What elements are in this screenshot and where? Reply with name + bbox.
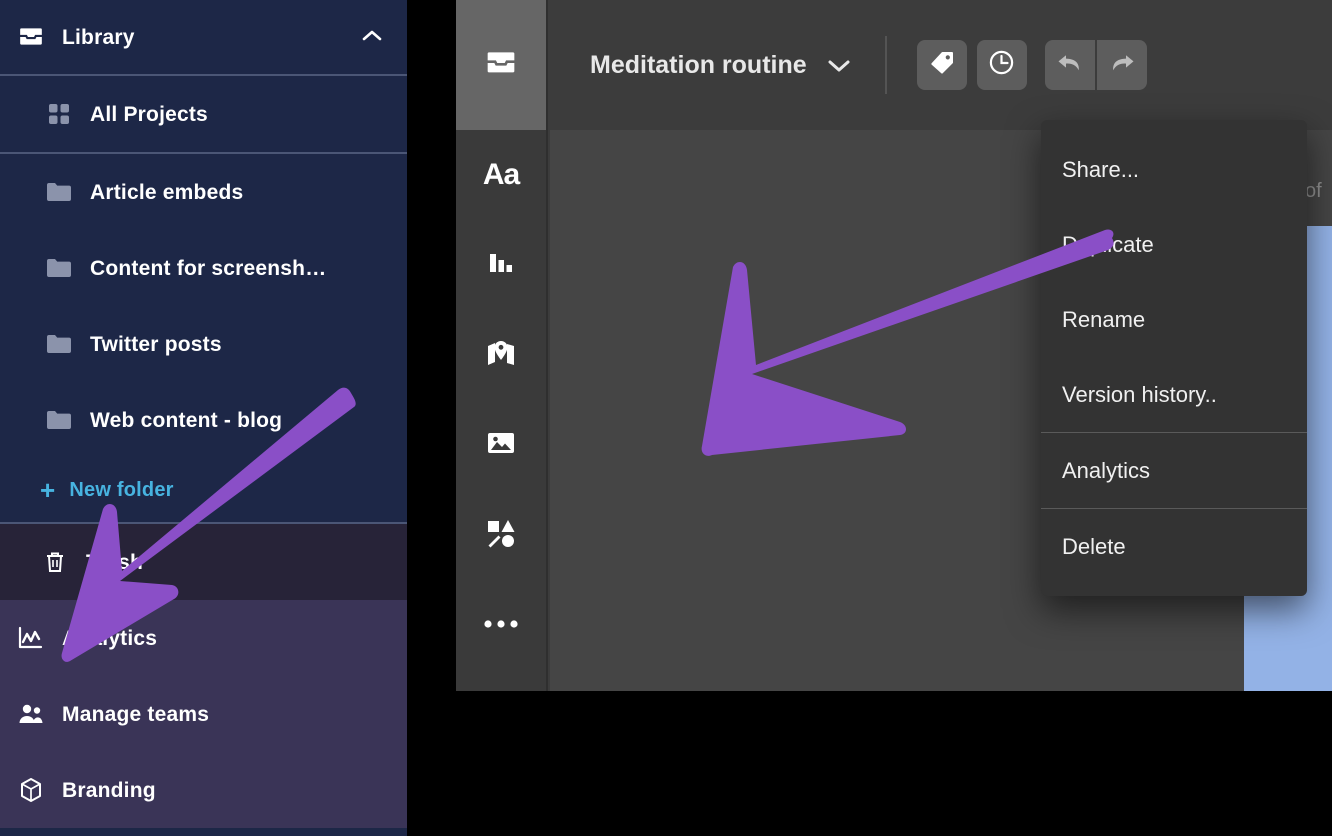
new-folder-label: New folder [69,479,174,501]
rail-tool-text[interactable]: Aa [456,130,546,220]
sidebar-folder-content-for-screenshots[interactable]: Content for screensh… [0,230,407,306]
sidebar-divider-trash [0,522,407,524]
sidebar-item-trash[interactable]: Trash [0,524,407,600]
menu-item-label: Analytics [1062,457,1151,483]
sidebar-item-label: Content for screensh… [90,256,327,280]
cube-icon [18,777,44,803]
map-pin-icon [486,339,516,372]
rail-tool-images[interactable] [456,400,546,490]
menu-item-duplicate[interactable]: Duplicate [1041,207,1307,282]
shapes-icon [486,518,516,553]
editor-window: Aa of Meditation routine Share... Duplic… [456,0,1332,691]
bar-chart-icon [487,249,515,282]
chevron-up-icon[interactable] [361,25,383,49]
line-chart-icon [18,625,44,651]
folder-icon [46,407,72,433]
sidebar-item-label: All Projects [90,102,208,126]
image-icon [486,430,516,461]
sidebar-library-section: Library All Projects [0,0,407,154]
tag-button[interactable] [916,40,967,90]
menu-item-rename[interactable]: Rename [1041,282,1307,357]
screenshot-root: Library All Projects Article embeds Cont… [0,0,1332,836]
sidebar-divider-top [0,74,407,76]
folder-icon [46,255,72,281]
menu-item-label: Share... [1062,156,1140,182]
clock-icon [988,49,1015,81]
text-aa-icon: Aa [482,158,520,191]
toolbar-separator [884,36,887,94]
sidebar-item-label: Twitter posts [90,332,222,356]
folder-icon [46,179,72,205]
inbox-tray-icon [485,47,517,84]
sidebar-bottom-section: Analytics Manage teams Branding [0,600,407,828]
sidebar-divider-projects [0,152,407,154]
sidebar-folder-web-content-blog[interactable]: Web content - blog [0,382,407,458]
redo-button[interactable] [1096,40,1147,90]
rail-tool-charts[interactable] [456,220,546,310]
redo-icon [1108,52,1136,79]
library-sidebar: Library All Projects Article embeds Cont… [0,0,407,836]
rail-tool-shapes[interactable] [456,490,546,580]
menu-item-delete[interactable]: Delete [1041,509,1307,584]
toolbar-button-group [916,40,1027,90]
sidebar-item-label: Analytics [62,626,158,650]
menu-item-label: Version history.. [1062,381,1217,407]
undo-icon [1056,52,1084,79]
menu-item-analytics[interactable]: Analytics [1041,433,1307,508]
grid-icon [46,101,72,127]
sidebar-item-label: Branding [62,778,156,802]
history-button[interactable] [976,40,1027,90]
plus-icon: + [40,475,56,505]
menu-item-label: Duplicate [1062,231,1154,257]
more-dots-icon [484,616,518,634]
editor-toolbar: Meditation routine [550,0,1332,130]
menu-item-label: Delete [1062,533,1126,559]
document-title-label: Meditation routine [590,50,807,79]
trash-icon [42,549,68,575]
sidebar-item-label: Article embeds [90,180,244,204]
people-icon [18,701,44,727]
sidebar-item-library[interactable]: Library [0,0,407,74]
sidebar-item-label: Web content - blog [90,408,283,432]
tag-icon [929,50,955,81]
rail-library-button[interactable] [456,0,546,130]
editor-left-rail: Aa [456,0,548,691]
document-title-button[interactable]: Meditation routine [590,51,851,80]
menu-item-label: Rename [1062,306,1146,332]
document-context-menu: Share... Duplicate Rename Version histor… [1041,120,1307,596]
sidebar-library-label: Library [62,25,135,49]
sidebar-item-all-projects[interactable]: All Projects [0,76,407,152]
sidebar-trash-section: Trash [0,524,407,600]
new-folder-button[interactable]: + New folder [0,458,407,522]
inbox-tray-icon [18,24,44,50]
chevron-down-icon[interactable] [827,58,851,73]
sidebar-item-analytics[interactable]: Analytics [0,600,407,676]
sidebar-folders-section: Article embeds Content for screensh… Twi… [0,154,407,524]
menu-item-version-history[interactable]: Version history.. [1041,357,1307,432]
sidebar-folder-article-embeds[interactable]: Article embeds [0,154,407,230]
folder-icon [46,331,72,357]
sidebar-item-label: Trash [86,550,144,574]
sidebar-folder-twitter-posts[interactable]: Twitter posts [0,306,407,382]
rail-tool-more[interactable] [456,580,546,670]
undo-button[interactable] [1044,40,1095,90]
menu-item-share[interactable]: Share... [1041,132,1307,207]
sidebar-item-branding[interactable]: Branding [0,752,407,828]
sidebar-item-label: Manage teams [62,702,210,726]
undo-redo-group [1044,40,1147,90]
rail-tool-maps[interactable] [456,310,546,400]
sidebar-item-manage-teams[interactable]: Manage teams [0,676,407,752]
